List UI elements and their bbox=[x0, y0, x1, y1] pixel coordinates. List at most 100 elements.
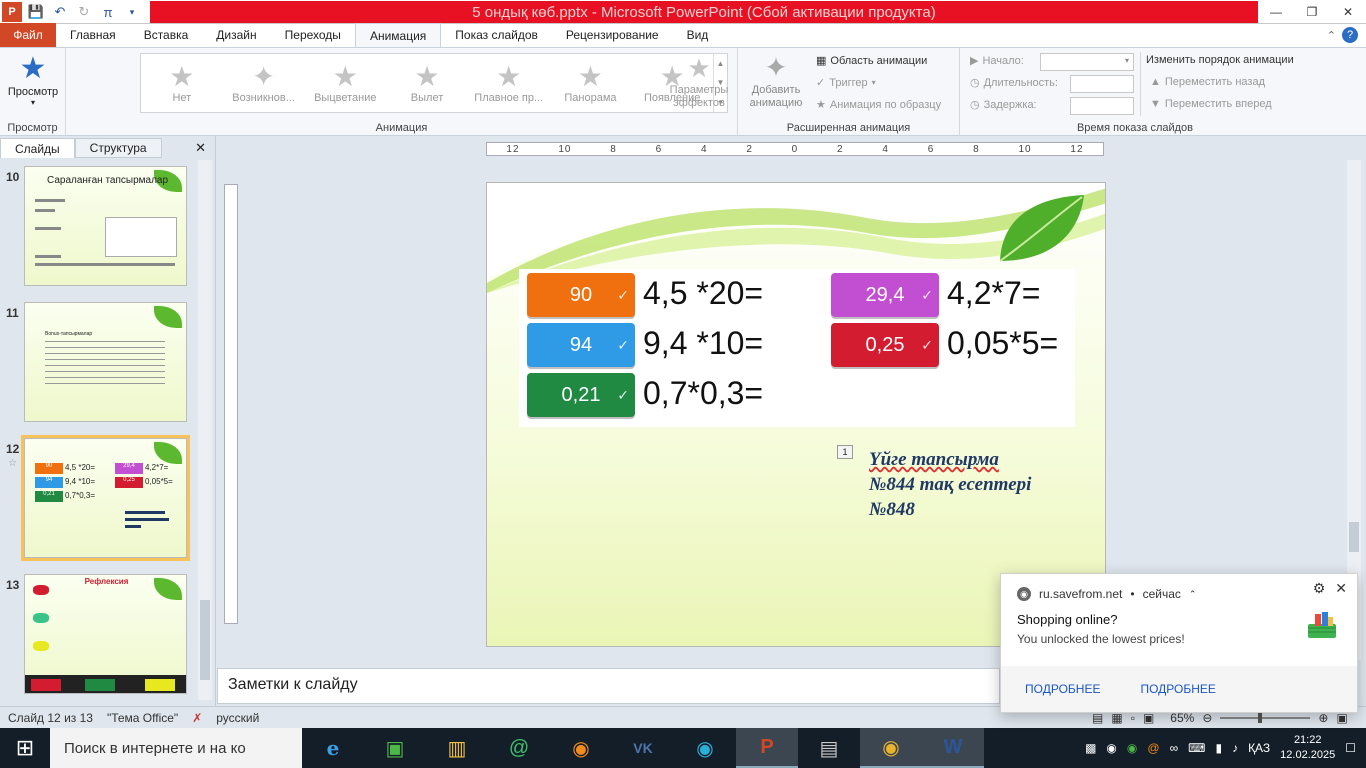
timing-group: ▶ Начало: ▾ ◷ Длительность: ◷ Задержка: Изм… bbox=[970, 52, 1294, 134]
tab-outline[interactable]: Структура bbox=[74, 138, 162, 158]
slide-number: 13 bbox=[6, 578, 20, 592]
zoom-slider[interactable] bbox=[1220, 712, 1311, 723]
undo-icon[interactable]: ↶ bbox=[50, 2, 70, 22]
tray-app-icon[interactable]: ▩ bbox=[1085, 741, 1096, 755]
expression: 0,05*5= bbox=[947, 325, 1059, 361]
add-animation-button[interactable]: ✦ Добавить анимацию bbox=[742, 52, 810, 110]
notification-toast[interactable]: ◉ ru.savefrom.net • сейчас ⌃ ⚙ ✕ Shoppin… bbox=[1000, 573, 1358, 713]
delay-icon: ◷ bbox=[970, 99, 980, 111]
horizontal-ruler: 12 10 8 6 4 2 0 2 4 6 8 10 12 bbox=[486, 142, 1104, 156]
theme-name[interactable]: "Тема Office" bbox=[107, 711, 178, 725]
customize-qat-icon[interactable]: ▾ bbox=[122, 2, 142, 22]
answer-pill[interactable]: 0,21 ✓ bbox=[527, 373, 635, 417]
animation-painter-button[interactable]: ★ Анимация по образцу bbox=[816, 98, 941, 112]
tab-design[interactable]: Дизайн bbox=[202, 23, 270, 47]
start-select[interactable]: ▾ bbox=[1040, 53, 1134, 71]
tab-insert[interactable]: Вставка bbox=[130, 23, 203, 47]
tab-file[interactable]: Файл bbox=[0, 23, 56, 47]
animation-pane-button[interactable]: ▦ Область анимации bbox=[816, 54, 927, 68]
tab-slides[interactable]: Слайды bbox=[0, 138, 75, 158]
redo-icon[interactable]: ↻ bbox=[74, 2, 94, 22]
close-window-button[interactable]: ✕ bbox=[1330, 0, 1366, 24]
anim-float-in[interactable]: ★ Плавное пр... bbox=[468, 54, 550, 112]
anim-appear[interactable]: ✦ Возникнов... bbox=[223, 54, 305, 112]
toast-action-button[interactable]: ПОДРОБНЕЕ bbox=[1140, 682, 1215, 696]
tab-review[interactable]: Рецензирование bbox=[552, 23, 673, 47]
anim-pan[interactable]: ★ Панорама bbox=[550, 54, 632, 112]
preview-button[interactable]: ★ Просмотр ▾ bbox=[6, 52, 60, 107]
tab-home[interactable]: Главная bbox=[56, 23, 130, 47]
tray-record-icon[interactable]: ◉ bbox=[1106, 741, 1116, 755]
taskbar-clock[interactable]: 21:22 12.02.2025 bbox=[1280, 733, 1335, 763]
minimize-button[interactable]: — bbox=[1258, 0, 1294, 24]
chevron-up-icon: ⌃ bbox=[1188, 588, 1197, 599]
minimize-ribbon-icon[interactable]: ⌃ bbox=[1327, 29, 1336, 42]
slides-scrollbar[interactable] bbox=[198, 160, 212, 700]
tray-mail-icon[interactable]: @ bbox=[1147, 741, 1159, 755]
add-star-icon: ✦ bbox=[764, 52, 788, 83]
close-icon[interactable]: ✕ bbox=[1335, 580, 1347, 597]
taskbar-search[interactable]: Поиск в интернете и на ко bbox=[50, 728, 302, 768]
star-icon: ★ bbox=[169, 61, 195, 92]
word-icon[interactable]: W bbox=[922, 728, 984, 768]
close-panel-icon[interactable]: ✕ bbox=[187, 138, 214, 158]
odnoklassniki-icon[interactable]: ◉ bbox=[550, 728, 612, 768]
powerpoint-task-icon[interactable]: P bbox=[736, 728, 798, 768]
move-earlier-button[interactable]: ▲ Переместить назад bbox=[1150, 76, 1265, 88]
anim-fade[interactable]: ★ Выцветание bbox=[304, 54, 386, 112]
anim-none[interactable]: ★ Нет bbox=[141, 54, 223, 112]
down-triangle-icon: ▼ bbox=[1150, 98, 1161, 110]
document-folder-icon[interactable]: ▤ bbox=[798, 728, 860, 768]
equation-icon[interactable]: π bbox=[98, 2, 118, 22]
spellcheck-icon[interactable]: ✗ bbox=[192, 711, 202, 725]
language-indicator[interactable]: ҚАЗ bbox=[1248, 741, 1270, 755]
slide-thumbnail-11[interactable]: Bonus-тапсырмалар bbox=[24, 302, 187, 422]
up-triangle-icon: ▲ bbox=[1150, 76, 1161, 88]
tray-volume-icon[interactable]: ♪ bbox=[1232, 741, 1238, 755]
anim-fly-in[interactable]: ★ Вылет bbox=[386, 54, 468, 112]
help-icon[interactable]: ? bbox=[1342, 27, 1358, 43]
tray-keyboard-icon[interactable]: ⌨ bbox=[1188, 741, 1205, 755]
effect-options-button[interactable]: ★ Параметры эффектов bbox=[666, 52, 732, 110]
slide-thumbnail-12[interactable]: 90 4,5 *20= 94 9,4 *10= 0,21 0,7*0,3= 29… bbox=[21, 435, 190, 561]
answer-pill[interactable]: 94 ✓ bbox=[527, 323, 635, 367]
vk-icon[interactable]: VK bbox=[612, 728, 674, 768]
file-explorer-icon[interactable]: ▥ bbox=[426, 728, 488, 768]
mail-at-icon[interactable]: @ bbox=[488, 728, 550, 768]
check-icon: ✓ bbox=[921, 286, 933, 303]
chrome-icon[interactable]: ◉ bbox=[860, 728, 922, 768]
tray-network-icon[interactable]: ▮ bbox=[1215, 741, 1222, 755]
tab-animations[interactable]: Анимация bbox=[354, 23, 442, 47]
save-icon[interactable]: 💾 bbox=[26, 2, 46, 22]
language[interactable]: русский bbox=[216, 711, 259, 725]
answer-pill[interactable]: 0,25 ✓ bbox=[831, 323, 939, 367]
animation-order-tag[interactable]: 1 bbox=[837, 445, 853, 459]
tab-view[interactable]: Вид bbox=[673, 23, 723, 47]
powerpoint-logo-icon[interactable]: P bbox=[2, 2, 22, 22]
tab-transitions[interactable]: Переходы bbox=[271, 23, 355, 47]
store-icon[interactable]: ▣ bbox=[364, 728, 426, 768]
notifications-icon[interactable]: ☐ bbox=[1345, 741, 1356, 755]
slide-thumbnail-13[interactable]: Рефлексия bbox=[24, 574, 187, 694]
delay-input[interactable] bbox=[1070, 97, 1134, 115]
animation-gallery: ★ Нет ✦ Возникнов... ★ Выцветание ★ Вылет ★ П… bbox=[140, 53, 728, 113]
expression: 0,7*0,3= bbox=[643, 375, 764, 411]
duration-input[interactable] bbox=[1070, 75, 1134, 93]
gear-icon[interactable]: ⚙ bbox=[1313, 580, 1326, 597]
slide-thumbnail-10[interactable]: Сараланған тапсырмалар bbox=[24, 166, 187, 286]
answer-pill[interactable]: 90 ✓ bbox=[527, 273, 635, 317]
start-icon: ▶ bbox=[970, 55, 979, 67]
trigger-button[interactable]: ✓ Триггер ▾ bbox=[816, 76, 876, 90]
start-windows-icon[interactable]: ⊞ bbox=[0, 728, 50, 768]
ie-icon[interactable]: e bbox=[302, 728, 364, 768]
restore-button[interactable]: ❐ bbox=[1294, 0, 1330, 24]
toast-action-button[interactable]: ПОДРОБНЕЕ bbox=[1025, 682, 1100, 696]
move-later-button[interactable]: ▼ Переместить вперед bbox=[1150, 98, 1272, 110]
notes-pane[interactable]: Заметки к слайду bbox=[217, 668, 1000, 704]
tray-green-icon[interactable]: ◉ bbox=[1127, 741, 1137, 755]
tray-glasses-icon[interactable]: ∞ bbox=[1170, 741, 1179, 755]
star-icon: ✦ bbox=[251, 61, 276, 92]
tab-slideshow[interactable]: Показ слайдов bbox=[441, 23, 552, 47]
edge-icon[interactable]: ◉ bbox=[674, 728, 736, 768]
answer-pill[interactable]: 29,4 ✓ bbox=[831, 273, 939, 317]
